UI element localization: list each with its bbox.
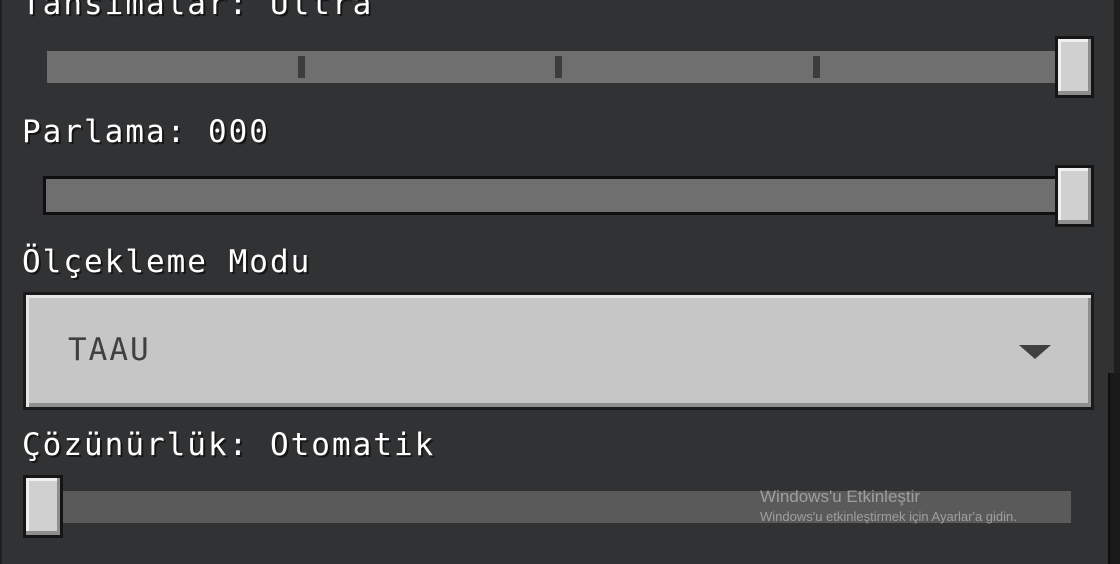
shadows-slider-track[interactable] [47, 51, 1069, 83]
watermark-title: Windows'u Etkinleştir [760, 487, 921, 506]
resolution-slider-thumb[interactable] [23, 475, 63, 538]
shadows-slider-tick [555, 56, 562, 78]
shadows-slider-tick [813, 56, 820, 78]
upscaling-mode-value: TAAU [68, 332, 151, 368]
brightness-slider-thumb[interactable] [1055, 165, 1094, 227]
upscaling-mode-label: Ölçekleme Modu [22, 244, 312, 280]
windows-activation-watermark: Windows'u Etkinleştir Windows'u etkinleş… [760, 486, 1017, 526]
shadows-slider-thumb[interactable] [1055, 36, 1094, 98]
panel-edge [0, 0, 2, 564]
shadows-slider-tick [298, 56, 305, 78]
brightness-slider-track[interactable] [43, 176, 1073, 215]
resolution-label: Çözünürlük: Otomatik [22, 427, 436, 463]
brightness-label: Parlama: 000 [22, 114, 270, 150]
watermark-subtitle: Windows'u etkinleştirmek için Ayarlar'a … [760, 509, 1017, 524]
scrollbar[interactable] [1108, 373, 1120, 564]
shadows-label: Tahsimalar: Ultra [22, 0, 374, 22]
chevron-down-icon [1019, 345, 1051, 359]
upscaling-mode-dropdown[interactable]: TAAU [23, 292, 1094, 410]
